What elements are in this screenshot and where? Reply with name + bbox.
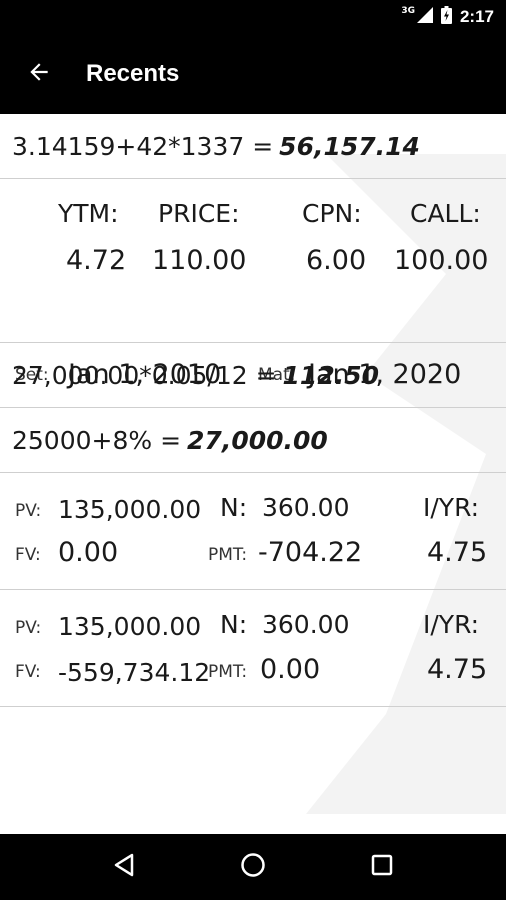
- fv-label: FV:: [15, 545, 41, 565]
- n-value: 360.00: [262, 610, 350, 639]
- call-label: CALL:: [410, 199, 481, 228]
- cpn-value: 6.00: [306, 245, 367, 276]
- call-value: 100.00: [394, 245, 489, 276]
- iyr-value: 4.75: [427, 537, 488, 568]
- arrow-back-icon: [26, 59, 52, 89]
- back-button[interactable]: [0, 34, 78, 114]
- network-type: 3G: [401, 6, 415, 16]
- iyr-value: 4.75: [427, 654, 488, 685]
- expression-text: 3.14159+42*1337 =: [12, 131, 274, 161]
- recents-square-icon: [370, 853, 394, 881]
- expression-text: 25000+8% =: [12, 425, 182, 455]
- list-item[interactable]: YTM: PRICE: CPN: CALL: 4.72 110.00 6.00 …: [0, 179, 506, 390]
- clock: 2:17: [459, 7, 494, 26]
- list-item[interactable]: 27,000.00*0.05/12 = 112.50: [0, 343, 506, 408]
- fv-label: FV:: [15, 662, 41, 682]
- pmt-label: PMT:: [208, 662, 248, 682]
- expression-text: 27,000.00*0.05/12 =: [12, 360, 277, 390]
- result-text: 112.50: [282, 360, 380, 390]
- n-value: 360.00: [262, 493, 350, 522]
- list-item[interactable]: PV: 135,000.00 N: 360.00 I/YR: FV: -559,…: [0, 590, 506, 707]
- price-label: PRICE:: [158, 199, 240, 228]
- price-value: 110.00: [152, 245, 247, 276]
- back-triangle-icon: [111, 852, 137, 882]
- iyr-label: I/YR:: [423, 610, 480, 639]
- iyr-label: I/YR:: [423, 493, 480, 522]
- page-title: Recents: [86, 60, 180, 87]
- status-bar: 3G 2:17: [0, 0, 506, 34]
- recents-list: 3.14159+42*1337 = 56,157.14 YTM: PRICE: …: [0, 114, 506, 834]
- list-item[interactable]: 3.14159+42*1337 = 56,157.14: [0, 114, 506, 179]
- app-bar: Recents: [0, 34, 506, 114]
- pv-label: PV:: [15, 501, 42, 521]
- nav-back-button[interactable]: [94, 837, 154, 897]
- n-label: N:: [220, 610, 248, 639]
- nav-recents-button[interactable]: [352, 837, 412, 897]
- pv-label: PV:: [15, 618, 42, 638]
- n-label: N:: [220, 493, 248, 522]
- pv-value: 135,000.00: [58, 612, 202, 641]
- result-text: 56,157.14: [279, 131, 420, 161]
- fv-value: 0.00: [58, 537, 119, 568]
- pv-value: 135,000.00: [58, 495, 202, 524]
- cpn-label: CPN:: [302, 199, 362, 228]
- list-item[interactable]: PV: 135,000.00 N: 360.00 I/YR: FV: 0.00 …: [0, 473, 506, 590]
- signal-icon: [416, 7, 433, 27]
- ytm-label: YTM:: [58, 199, 119, 228]
- nav-home-button[interactable]: [223, 837, 283, 897]
- pmt-value: -704.22: [258, 537, 363, 568]
- battery-icon: [440, 6, 452, 28]
- pmt-label: PMT:: [208, 545, 248, 565]
- home-circle-icon: [240, 852, 266, 882]
- pmt-value: 0.00: [260, 654, 321, 685]
- ytm-value: 4.72: [66, 245, 127, 276]
- result-text: 27,000.00: [187, 425, 328, 455]
- system-nav-bar: [0, 834, 506, 900]
- list-item[interactable]: 25000+8% = 27,000.00: [0, 408, 506, 473]
- fv-value: -559,734.12: [58, 658, 211, 687]
